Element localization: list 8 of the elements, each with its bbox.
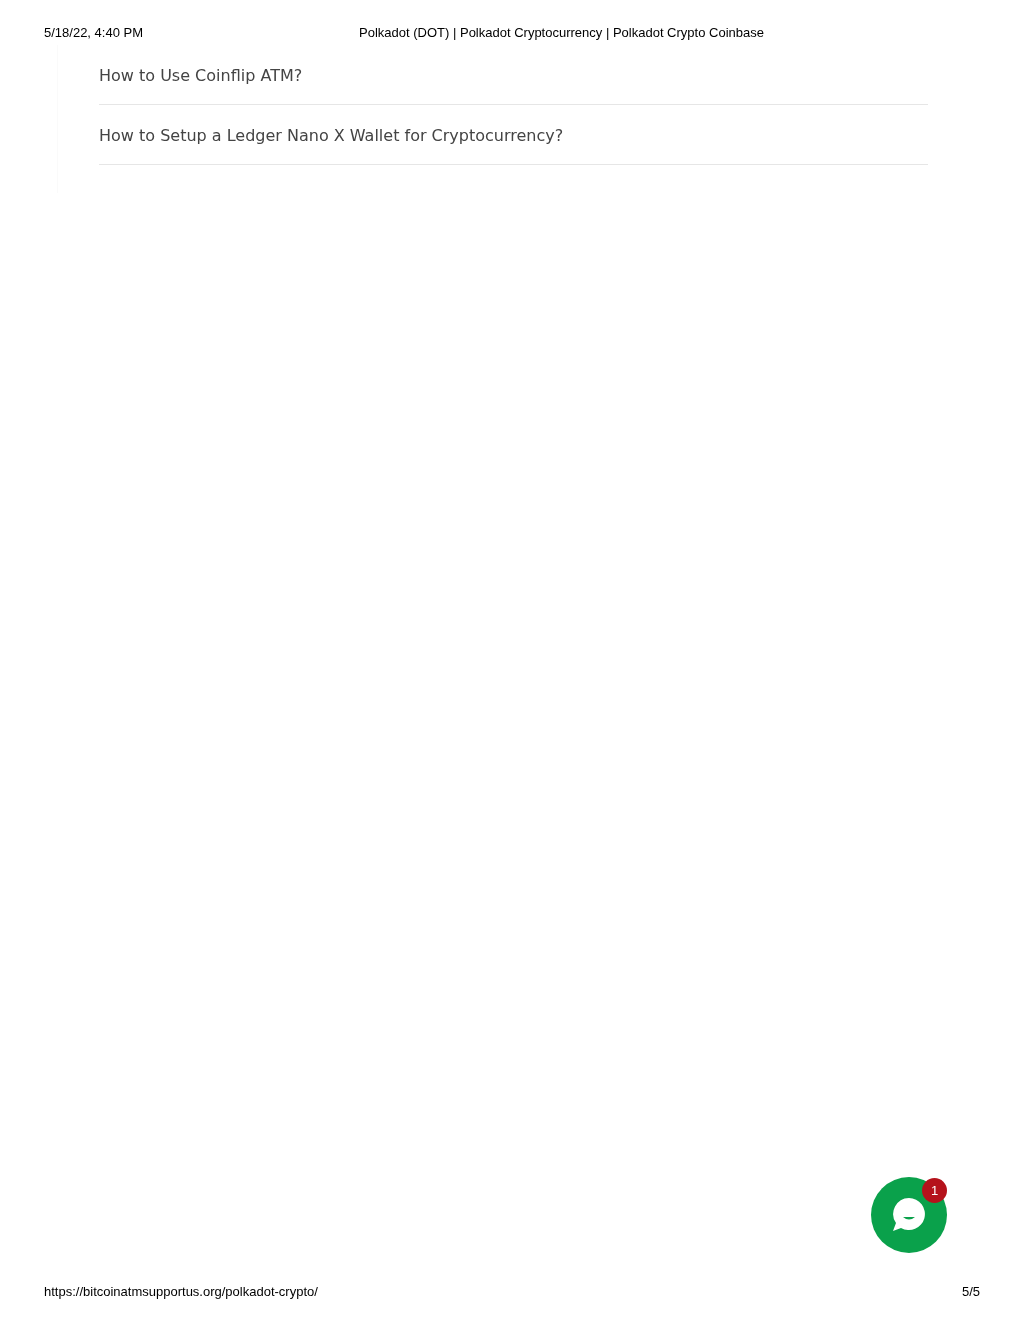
print-date: 5/18/22, 4:40 PM (44, 25, 143, 42)
page-url: https://bitcoinatmsupportus.org/polkadot-crypto/ (44, 1284, 318, 1299)
chat-button[interactable]: 1 (871, 1177, 947, 1253)
page-number: 5/5 (961, 1284, 980, 1299)
notification-badge: 1 (922, 1178, 947, 1203)
page-title: Polkadot (DOT) | Polkadot Cryptocurrency | Polkadot Crypto Coinbase (359, 25, 764, 42)
article-link[interactable]: How to Use Coinflip ATM? (99, 66, 303, 85)
article-link[interactable]: How to Setup a Ledger Nano X Wallet for Cryptocurrency? (99, 126, 564, 145)
